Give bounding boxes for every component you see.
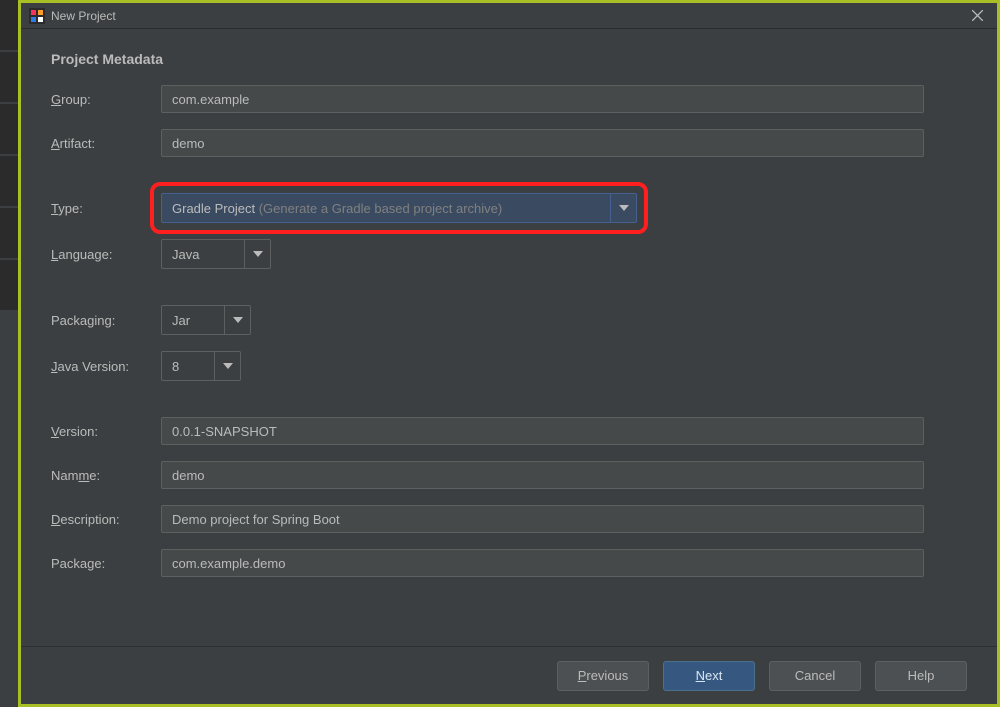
package-input[interactable]: com.example.demo xyxy=(161,549,924,577)
name-input[interactable]: demo xyxy=(161,461,924,489)
version-input[interactable]: 0.0.1-SNAPSHOT xyxy=(161,417,924,445)
artifact-input[interactable]: demo xyxy=(161,129,924,157)
label-package: Package: xyxy=(51,556,161,571)
label-packaging: Packaging: xyxy=(51,313,161,328)
previous-button[interactable]: Previous xyxy=(557,661,649,691)
chevron-down-icon[interactable] xyxy=(214,352,240,380)
new-project-dialog: New Project Project Metadata Group: com.… xyxy=(18,0,1000,707)
dialog-content: Project Metadata Group: com.example Arti… xyxy=(21,29,997,646)
label-description: Description: xyxy=(51,512,161,527)
dialog-button-bar: Previous Next Cancel Help xyxy=(21,646,997,704)
label-java-version: Java Version: xyxy=(51,359,161,374)
app-icon xyxy=(29,8,45,24)
label-artifact: Artifact: xyxy=(51,136,161,151)
close-icon xyxy=(972,10,983,21)
section-title: Project Metadata xyxy=(51,51,967,67)
label-type: Type: xyxy=(51,201,161,216)
chevron-down-icon[interactable] xyxy=(244,240,270,268)
label-name: Namme: xyxy=(51,468,161,483)
close-button[interactable] xyxy=(957,3,997,29)
packaging-select[interactable]: Jar xyxy=(161,305,251,335)
label-group: Group: xyxy=(51,92,161,107)
help-button[interactable]: Help xyxy=(875,661,967,691)
label-language: Language: xyxy=(51,247,161,262)
type-select[interactable]: Gradle Project (Generate a Gradle based … xyxy=(161,193,637,223)
titlebar[interactable]: New Project xyxy=(21,3,997,29)
group-input[interactable]: com.example xyxy=(161,85,924,113)
chevron-down-icon[interactable] xyxy=(610,194,636,222)
background-sidebar xyxy=(0,0,18,707)
metadata-form: Group: com.example Artifact: demo Type: … xyxy=(51,85,967,577)
chevron-down-icon[interactable] xyxy=(224,306,250,334)
next-button[interactable]: Next xyxy=(663,661,755,691)
description-input[interactable]: Demo project for Spring Boot xyxy=(161,505,924,533)
cancel-button[interactable]: Cancel xyxy=(769,661,861,691)
label-version: Version: xyxy=(51,424,161,439)
window-title: New Project xyxy=(51,9,116,23)
java-version-select[interactable]: 8 xyxy=(161,351,241,381)
language-select[interactable]: Java xyxy=(161,239,271,269)
